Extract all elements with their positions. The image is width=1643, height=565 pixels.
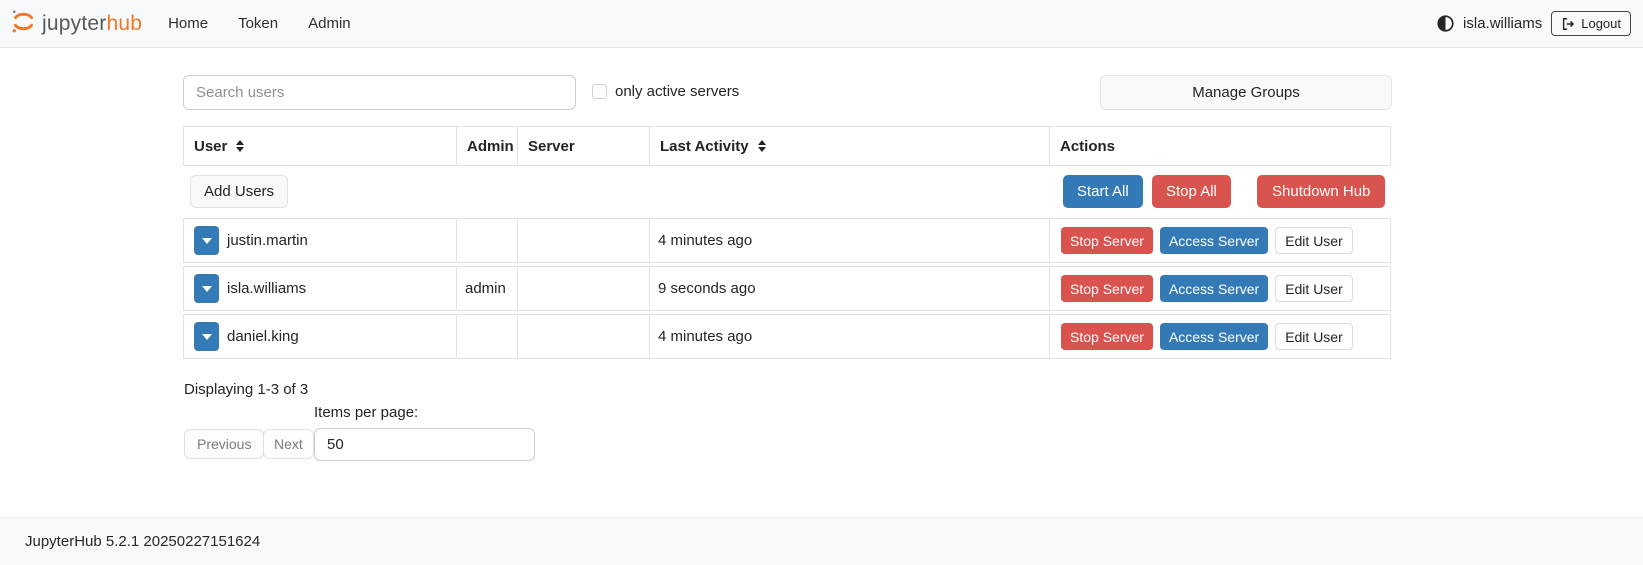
header-user-label: User xyxy=(194,138,227,155)
logout-button[interactable]: Logout xyxy=(1551,11,1631,36)
chevron-down-icon xyxy=(202,238,212,244)
user-cell: justin.martin xyxy=(184,219,457,262)
user-dropdown-toggle[interactable] xyxy=(194,274,219,303)
jupyterhub-admin-page: jupyterhub Home Token Admin isla.william… xyxy=(0,0,1643,565)
current-username: isla.williams xyxy=(1463,15,1542,32)
actions-cell: Stop Server Access Server Edit User xyxy=(1050,219,1390,262)
last-activity-cell: 4 minutes ago xyxy=(650,315,1050,358)
server-cell xyxy=(518,267,650,310)
edit-user-button[interactable]: Edit User xyxy=(1275,323,1353,350)
admin-cell xyxy=(457,219,518,262)
access-server-button[interactable]: Access Server xyxy=(1160,275,1268,302)
table-row: justin.martin 4 minutes ago Stop Server … xyxy=(183,218,1391,263)
user-name: justin.martin xyxy=(227,232,308,249)
jupyter-logo-icon xyxy=(10,8,37,40)
table-row: daniel.king 4 minutes ago Stop Server Ac… xyxy=(183,314,1391,359)
user-dropdown-toggle[interactable] xyxy=(194,226,219,255)
table-row: isla.williams admin 9 seconds ago Stop S… xyxy=(183,266,1391,311)
version-text: JupyterHub 5.2.1 20250227151624 xyxy=(25,533,260,550)
header-actions-label: Actions xyxy=(1060,138,1115,155)
next-page-button[interactable]: Next xyxy=(263,429,314,459)
user-dropdown-toggle[interactable] xyxy=(194,322,219,351)
logout-label: Logout xyxy=(1581,16,1621,31)
last-activity-cell: 4 minutes ago xyxy=(650,219,1050,262)
footer: JupyterHub 5.2.1 20250227151624 xyxy=(0,517,1643,565)
manage-groups-button[interactable]: Manage Groups xyxy=(1100,75,1392,110)
header-server: Server xyxy=(518,127,650,165)
brand-text: jupyterhub xyxy=(42,12,142,36)
navbar-right: isla.williams Logout xyxy=(1437,11,1631,36)
items-per-page-label: Items per page: xyxy=(314,404,418,421)
user-cell: isla.williams xyxy=(184,267,457,310)
actions-cell: Stop Server Access Server Edit User xyxy=(1050,267,1390,310)
navbar: jupyterhub Home Token Admin isla.william… xyxy=(0,0,1643,48)
chevron-down-icon xyxy=(202,286,212,292)
stop-server-button[interactable]: Stop Server xyxy=(1061,227,1153,254)
nav-link-home[interactable]: Home xyxy=(168,15,208,32)
logout-icon xyxy=(1561,17,1575,31)
start-all-button[interactable]: Start All xyxy=(1063,175,1143,208)
edit-user-button[interactable]: Edit User xyxy=(1275,227,1353,254)
only-active-servers-label: only active servers xyxy=(615,83,739,100)
last-activity-value: 9 seconds ago xyxy=(658,280,756,297)
header-admin-label: Admin xyxy=(467,138,514,155)
theme-toggle-icon[interactable] xyxy=(1437,15,1454,32)
header-admin: Admin xyxy=(457,127,518,165)
admin-value: admin xyxy=(465,280,506,297)
stop-server-button[interactable]: Stop Server xyxy=(1061,323,1153,350)
server-cell xyxy=(518,219,650,262)
admin-cell: admin xyxy=(457,267,518,310)
chevron-down-icon xyxy=(202,334,212,340)
actions-cell: Stop Server Access Server Edit User xyxy=(1050,315,1390,358)
header-last-activity-label: Last Activity xyxy=(660,138,749,155)
search-input[interactable] xyxy=(183,75,576,110)
last-activity-cell: 9 seconds ago xyxy=(650,267,1050,310)
add-users-button[interactable]: Add Users xyxy=(190,175,288,208)
user-name: daniel.king xyxy=(227,328,299,345)
header-server-label: Server xyxy=(528,138,575,155)
sort-user-icon[interactable] xyxy=(236,140,244,152)
admin-cell xyxy=(457,315,518,358)
user-cell: daniel.king xyxy=(184,315,457,358)
pagination-summary: Displaying 1-3 of 3 xyxy=(184,381,308,398)
table-header: User Admin Server Last Activity Actions xyxy=(183,126,1391,166)
last-activity-value: 4 minutes ago xyxy=(658,232,752,249)
previous-page-button[interactable]: Previous xyxy=(184,429,264,459)
stop-all-button[interactable]: Stop All xyxy=(1152,175,1231,208)
header-user: User xyxy=(184,127,457,165)
stop-server-button[interactable]: Stop Server xyxy=(1061,275,1153,302)
header-last-activity: Last Activity xyxy=(650,127,1050,165)
only-active-servers-checkbox[interactable] xyxy=(592,84,607,99)
header-actions: Actions xyxy=(1050,127,1390,165)
access-server-button[interactable]: Access Server xyxy=(1160,227,1268,254)
jupyterhub-logo[interactable]: jupyterhub xyxy=(10,8,142,40)
nav-link-admin[interactable]: Admin xyxy=(308,15,351,32)
last-activity-value: 4 minutes ago xyxy=(658,328,752,345)
items-per-page-input[interactable] xyxy=(314,428,535,461)
access-server-button[interactable]: Access Server xyxy=(1160,323,1268,350)
nav-link-token[interactable]: Token xyxy=(238,15,278,32)
active-servers-filter: only active servers xyxy=(592,83,739,100)
sort-last-activity-icon[interactable] xyxy=(758,140,766,152)
edit-user-button[interactable]: Edit User xyxy=(1275,275,1353,302)
shutdown-hub-button[interactable]: Shutdown Hub xyxy=(1257,175,1385,208)
nav-links: Home Token Admin xyxy=(168,15,351,32)
user-name: isla.williams xyxy=(227,280,306,297)
server-cell xyxy=(518,315,650,358)
